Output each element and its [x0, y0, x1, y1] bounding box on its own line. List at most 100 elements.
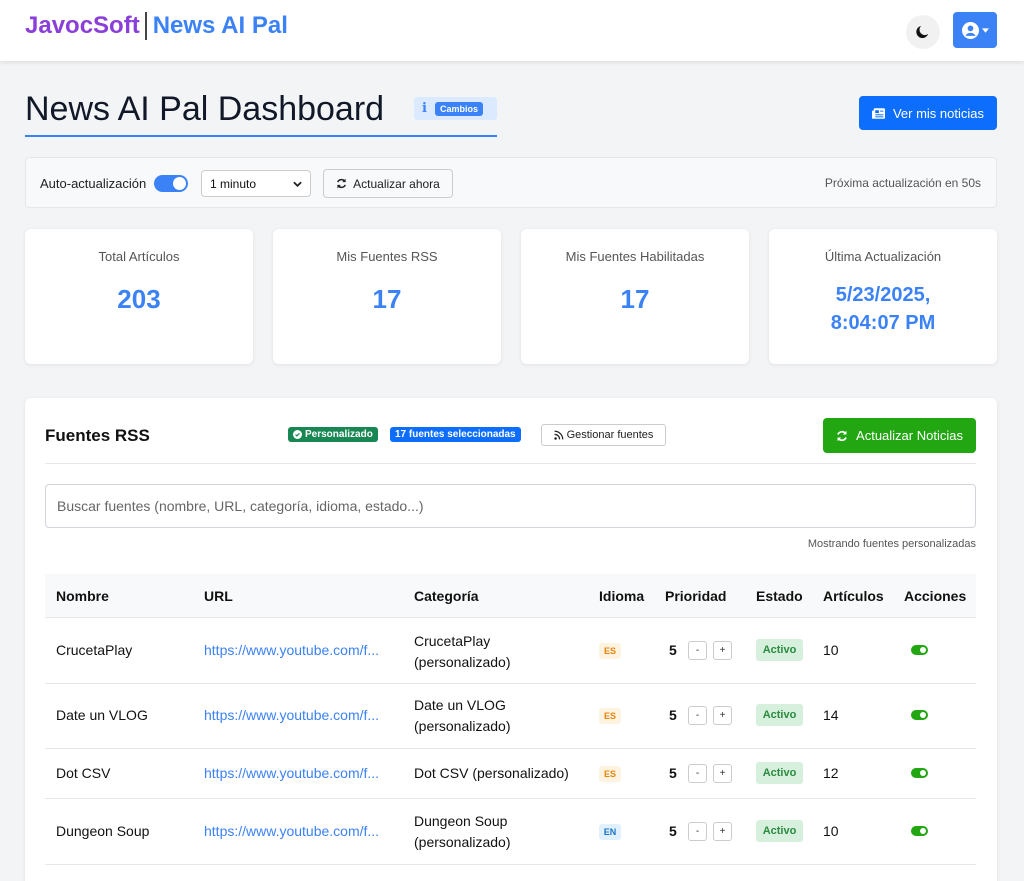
stat-card-last-update: Última Actualización 5/23/2025, 8:04:07 … [769, 229, 997, 364]
category-line: CrucetaPlay [414, 633, 491, 649]
status-badge: Activo [756, 762, 803, 784]
source-category: Date un VLOG (personalizado) [414, 695, 511, 737]
priority-increase-button[interactable]: + [713, 822, 732, 841]
top-navbar: JavocSoft News AI Pal [0, 0, 1024, 61]
source-name: Date un VLOG [56, 707, 148, 723]
refresh-now-label: Actualizar ahora [353, 176, 440, 191]
sync-icon [337, 178, 347, 189]
view-my-news-label: Ver mis noticias [892, 105, 985, 121]
category-line: Dungeon Soup [414, 813, 508, 829]
priority-value: 5 [669, 642, 677, 658]
table-row: Dot CSV https://www.youtube.com/f... Dot… [45, 749, 976, 799]
status-badge: Activo [756, 639, 803, 661]
priority-decrease-button[interactable]: - [688, 764, 707, 783]
status-badge: Activo [756, 704, 803, 726]
article-count: 10 [823, 642, 839, 658]
view-my-news-button[interactable]: Ver mis noticias [859, 96, 997, 130]
sources-search-input[interactable]: Buscar fuentes (nombre, URL, categoría, … [45, 484, 976, 528]
refresh-interval-select[interactable]: 1 minuto [201, 170, 311, 197]
source-url-link[interactable]: https://www.youtube.com/f... [204, 707, 379, 723]
language-badge: EN [599, 824, 621, 840]
priority-increase-button[interactable]: + [713, 706, 732, 725]
status-badge: Activo [756, 820, 803, 842]
column-header: Nombre [56, 588, 109, 604]
category-line: (personalizado) [414, 718, 511, 734]
category-line: Date un VLOG [414, 697, 506, 713]
rss-icon [553, 430, 563, 440]
stat-card-total-articles: Total Artículos 203 [25, 229, 253, 364]
sync-icon [837, 430, 847, 441]
article-count: 10 [823, 823, 839, 839]
column-header: Estado [756, 588, 803, 604]
column-header: Acciones [904, 588, 967, 604]
source-name: Dungeon Soup [56, 823, 150, 839]
manage-sources-label: Gestionar fuentes [566, 429, 654, 441]
refresh-now-button[interactable]: Actualizar ahora [323, 169, 453, 198]
table-header: Nombre URL Categoría Idioma Prioridad Es… [45, 574, 976, 618]
priority-decrease-button[interactable]: - [688, 706, 707, 725]
language-badge: ES [599, 708, 621, 724]
custom-badge-label: Personalizado [305, 429, 373, 440]
priority-increase-button[interactable]: + [713, 764, 732, 783]
custom-badge: Personalizado [288, 427, 378, 442]
moon-icon [916, 25, 929, 39]
table-row: Dungeon Soup https://www.youtube.com/f..… [45, 799, 976, 865]
source-enable-toggle[interactable] [911, 645, 928, 655]
stat-value: 5/23/2025, 8:04:07 PM [769, 281, 997, 337]
info-icon: i [422, 101, 427, 116]
update-news-button[interactable]: Actualizar Noticias [823, 418, 976, 453]
stat-card-my-rss-sources: Mis Fuentes RSS 17 [273, 229, 501, 364]
source-enable-toggle[interactable] [911, 768, 928, 778]
priority-value: 5 [669, 823, 677, 839]
refresh-interval-value: 1 minuto [210, 176, 257, 191]
language-badge: ES [599, 766, 621, 782]
stat-label: Total Artículos [98, 249, 180, 264]
source-url-link[interactable]: https://www.youtube.com/f... [204, 765, 379, 781]
user-circle-icon [961, 21, 979, 39]
manage-sources-button[interactable]: Gestionar fuentes [541, 424, 666, 446]
brand-logo[interactable]: JavocSoft News AI Pal [25, 12, 288, 40]
check-circle-icon [293, 430, 302, 439]
brand-secondary: News AI Pal [152, 12, 288, 39]
source-url-link[interactable]: https://www.youtube.com/f... [204, 823, 379, 839]
brand-divider [144, 12, 147, 40]
rss-sources-panel: Fuentes RSS Personalizado 17 fuentes sel… [25, 398, 997, 881]
rss-panel-title: Fuentes RSS [45, 426, 150, 445]
stat-label: Mis Fuentes RSS [336, 249, 438, 264]
panel-divider [45, 463, 976, 464]
article-count: 12 [823, 765, 839, 781]
auto-refresh-label: Auto-actualización [40, 176, 147, 191]
stat-value: 17 [372, 284, 402, 314]
source-url-link[interactable]: https://www.youtube.com/f... [204, 642, 379, 658]
table-row: Date un VLOG https://www.youtube.com/f..… [45, 684, 976, 749]
source-enable-toggle[interactable] [911, 710, 928, 720]
title-underline [25, 135, 497, 137]
column-header: Prioridad [665, 588, 727, 604]
auto-refresh-toggle[interactable] [154, 175, 188, 192]
theme-toggle-button[interactable] [906, 15, 940, 49]
source-category: Dungeon Soup (personalizado) [414, 811, 511, 853]
user-menu-button[interactable] [953, 12, 997, 48]
stat-label: Última Actualización [824, 249, 942, 264]
source-name: Dot CSV [56, 765, 111, 781]
priority-decrease-button[interactable]: - [688, 822, 707, 841]
stat-value: 17 [620, 284, 650, 314]
column-header: Artículos [823, 588, 884, 604]
priority-increase-button[interactable]: + [713, 641, 732, 660]
changes-info[interactable]: i Cambios [414, 97, 497, 120]
priority-value: 5 [669, 707, 677, 723]
last-update-time: 8:04:07 PM [830, 312, 936, 334]
source-category: CrucetaPlay (personalizado) [414, 631, 511, 673]
priority-decrease-button[interactable]: - [688, 641, 707, 660]
priority-value: 5 [669, 765, 677, 781]
brand-primary: JavocSoft [25, 12, 140, 39]
column-header: URL [204, 588, 233, 604]
newspaper-icon [871, 107, 885, 119]
page-title: News AI Pal Dashboard [25, 90, 385, 128]
table-row: CrucetaPlay https://www.youtube.com/f...… [45, 618, 976, 684]
language-badge: ES [599, 643, 621, 659]
category-line: (personalizado) [414, 834, 511, 850]
source-enable-toggle[interactable] [911, 826, 928, 836]
showing-custom-note: Mostrando fuentes personalizadas [807, 538, 976, 550]
column-header: Categoría [414, 588, 479, 604]
